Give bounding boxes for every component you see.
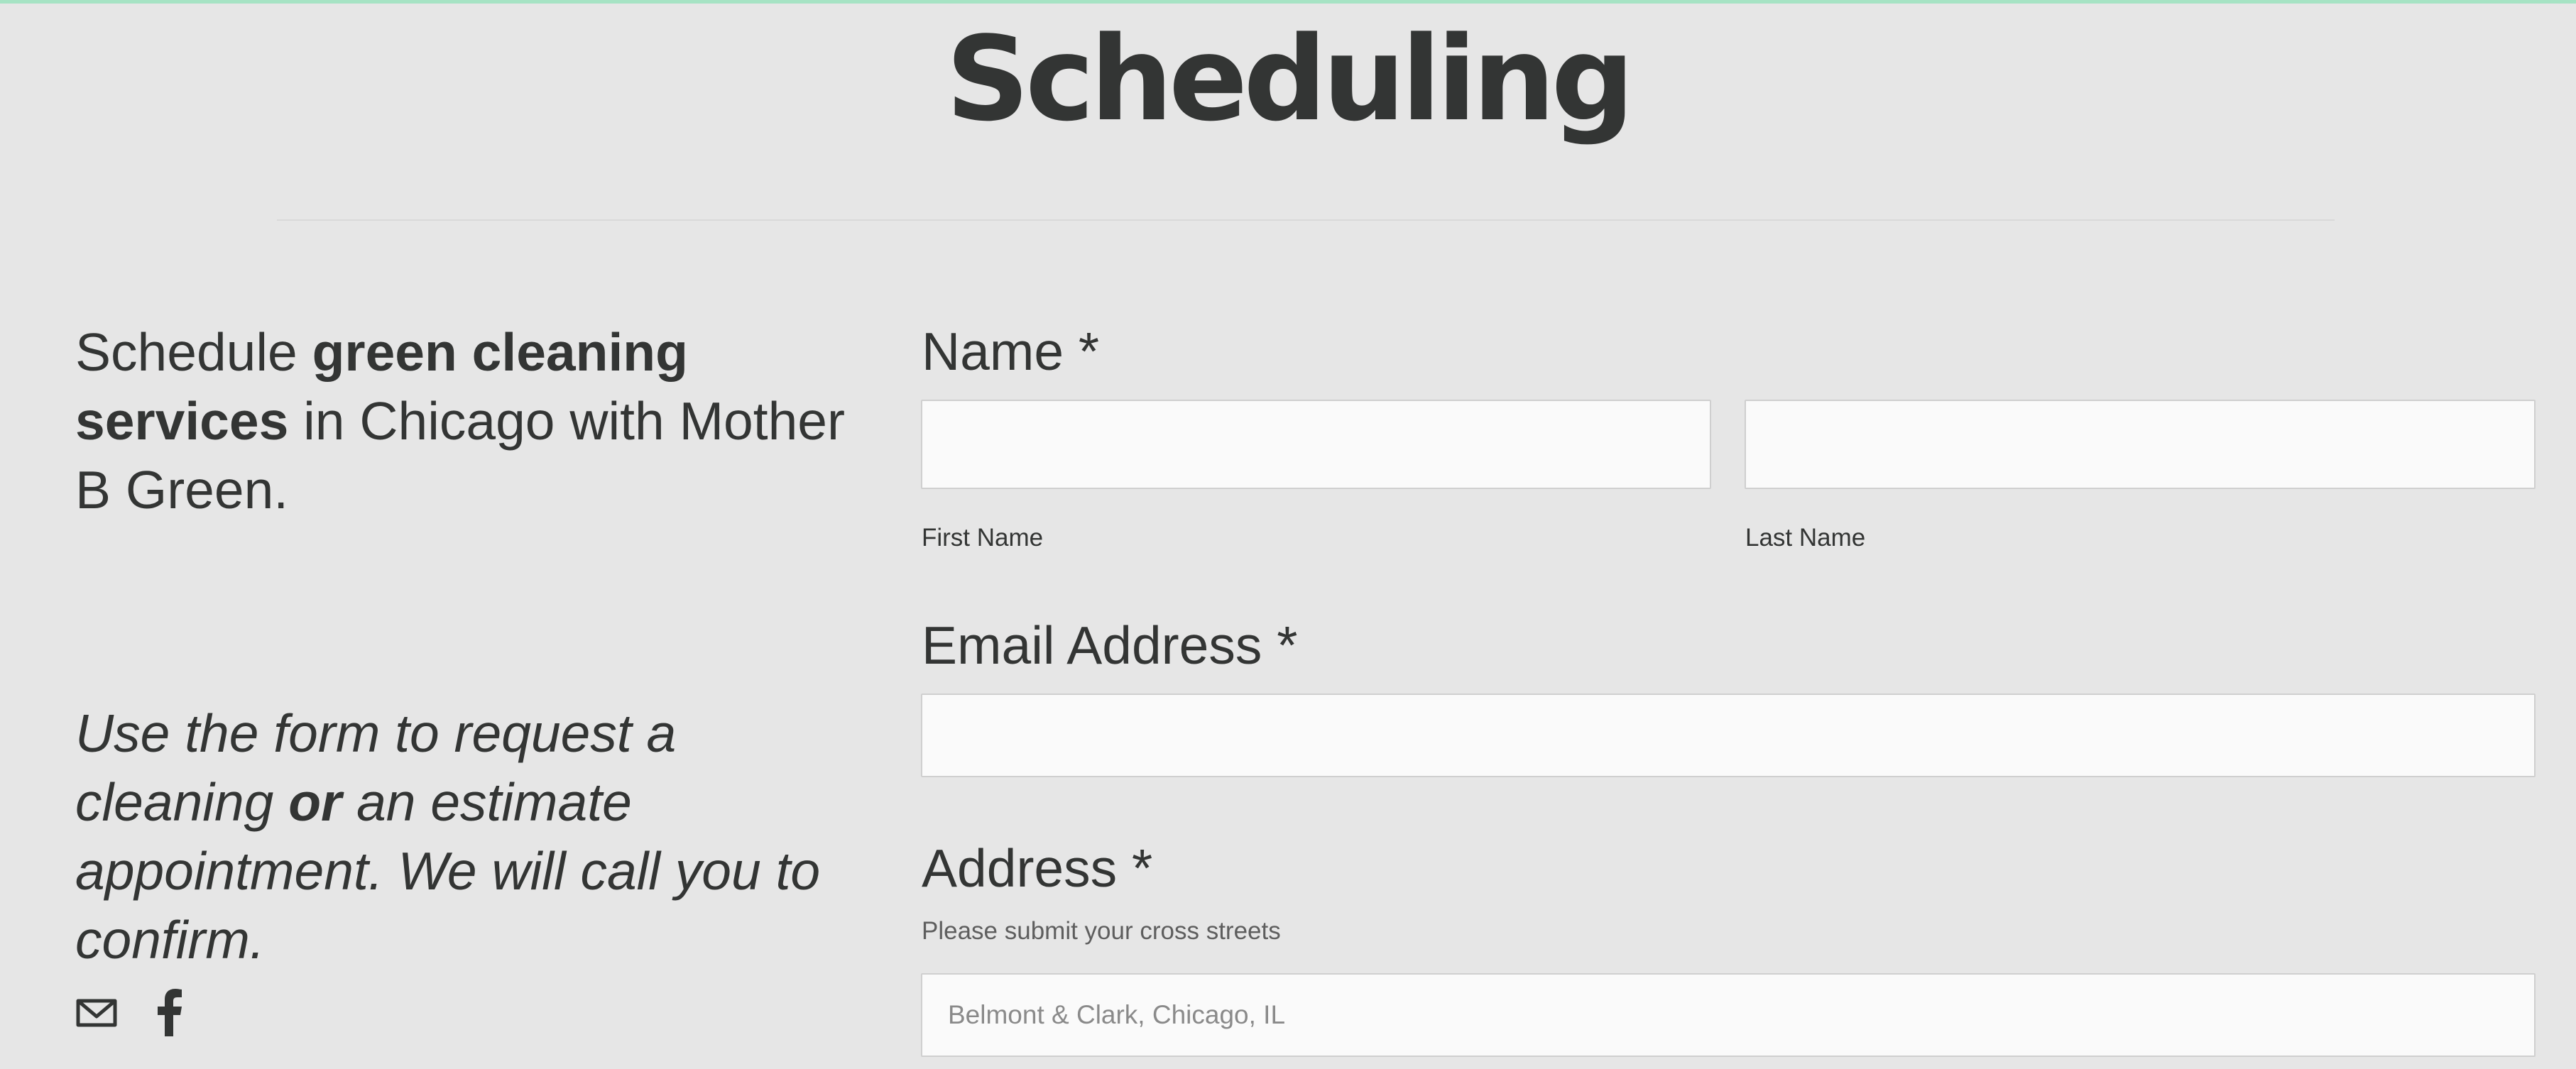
facebook-icon[interactable] (149, 987, 192, 1036)
address-hint: Please submit your cross streets (922, 917, 1281, 945)
last-name-input[interactable] (1745, 400, 2536, 489)
social-links (75, 987, 192, 1036)
mail-icon[interactable] (75, 987, 118, 1036)
first-name-input[interactable] (921, 400, 1711, 489)
form-note: Use the form to request a cleaning or an… (75, 699, 871, 975)
page-title: Scheduling (945, 11, 1634, 147)
name-label: Name * (922, 322, 1100, 381)
intro-text: Schedule green cleaning services in Chic… (75, 318, 871, 525)
intro-text-start: Schedule (75, 322, 312, 382)
form-note-bold: or (288, 772, 342, 832)
top-accent-bar (0, 0, 2576, 4)
email-input[interactable] (921, 694, 2536, 777)
address-input[interactable] (921, 973, 2536, 1057)
title-divider (277, 219, 2335, 221)
email-label: Email Address * (922, 615, 1298, 675)
last-name-label: Last Name (1745, 524, 1866, 552)
address-label: Address * (922, 838, 1153, 898)
first-name-label: First Name (922, 524, 1044, 552)
